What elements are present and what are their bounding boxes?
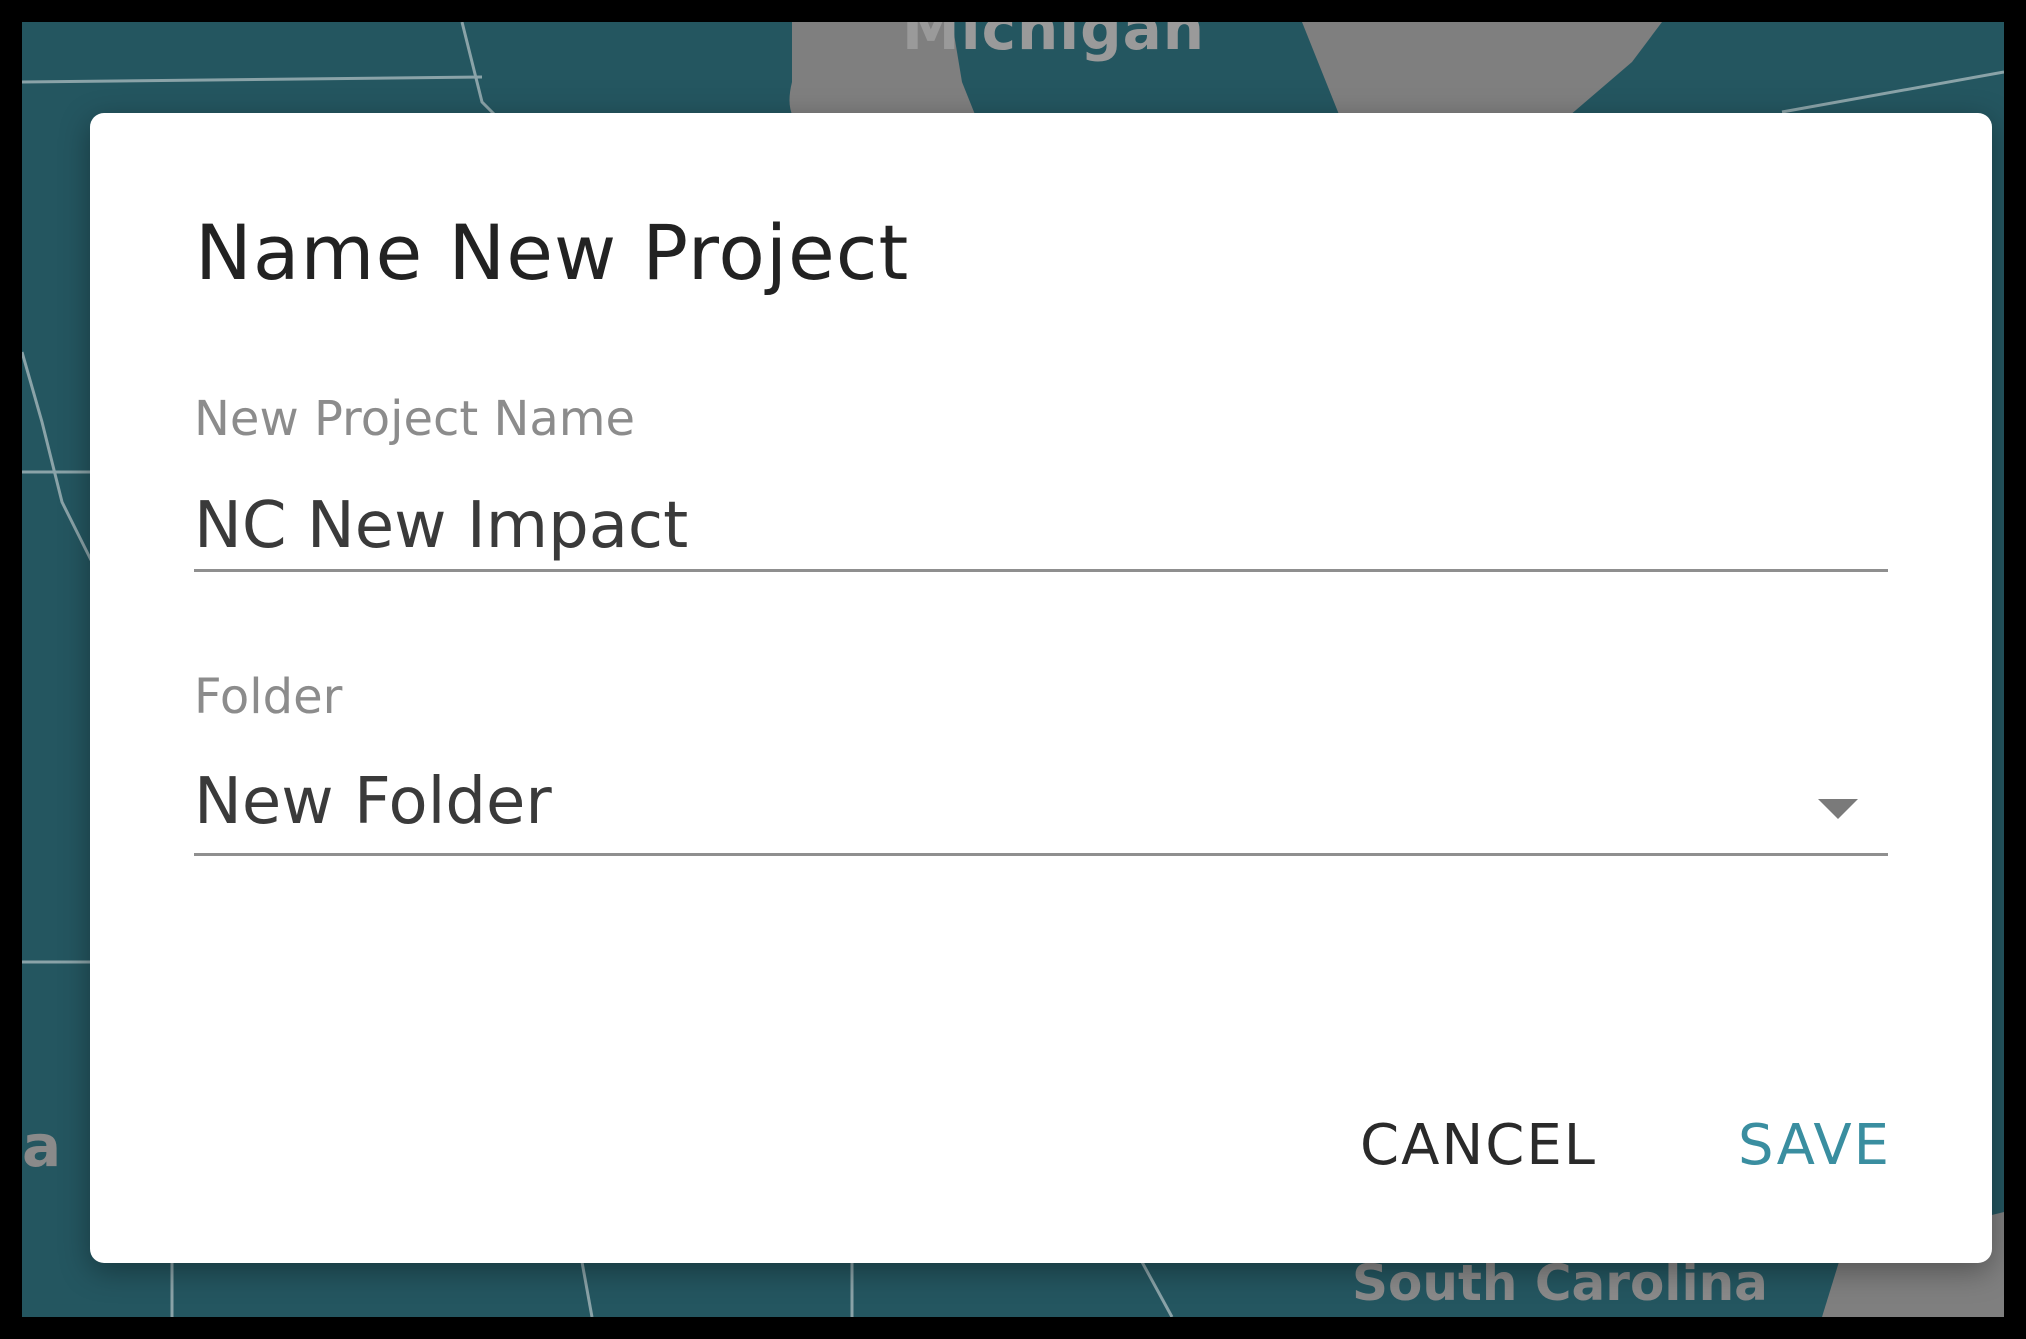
- name-project-dialog: Name New Project New Project Name Folder…: [90, 113, 1992, 1263]
- project-name-input[interactable]: [194, 483, 1888, 572]
- folder-label: Folder: [194, 669, 343, 725]
- screen-frame: Michigan a South Carolina Name New Proje…: [0, 0, 2026, 1339]
- map-fragment-label-left: a: [22, 1112, 62, 1180]
- save-button[interactable]: SAVE: [1738, 1113, 1891, 1178]
- map-state-label: Michigan: [902, 22, 1206, 63]
- folder-select[interactable]: New Folder: [194, 761, 1888, 856]
- chevron-down-icon[interactable]: [1818, 799, 1858, 819]
- cancel-button[interactable]: CANCEL: [1360, 1113, 1597, 1178]
- project-name-label: New Project Name: [194, 391, 636, 447]
- folder-select-value: New Folder: [194, 765, 552, 839]
- dialog-title: Name New Project: [195, 208, 910, 297]
